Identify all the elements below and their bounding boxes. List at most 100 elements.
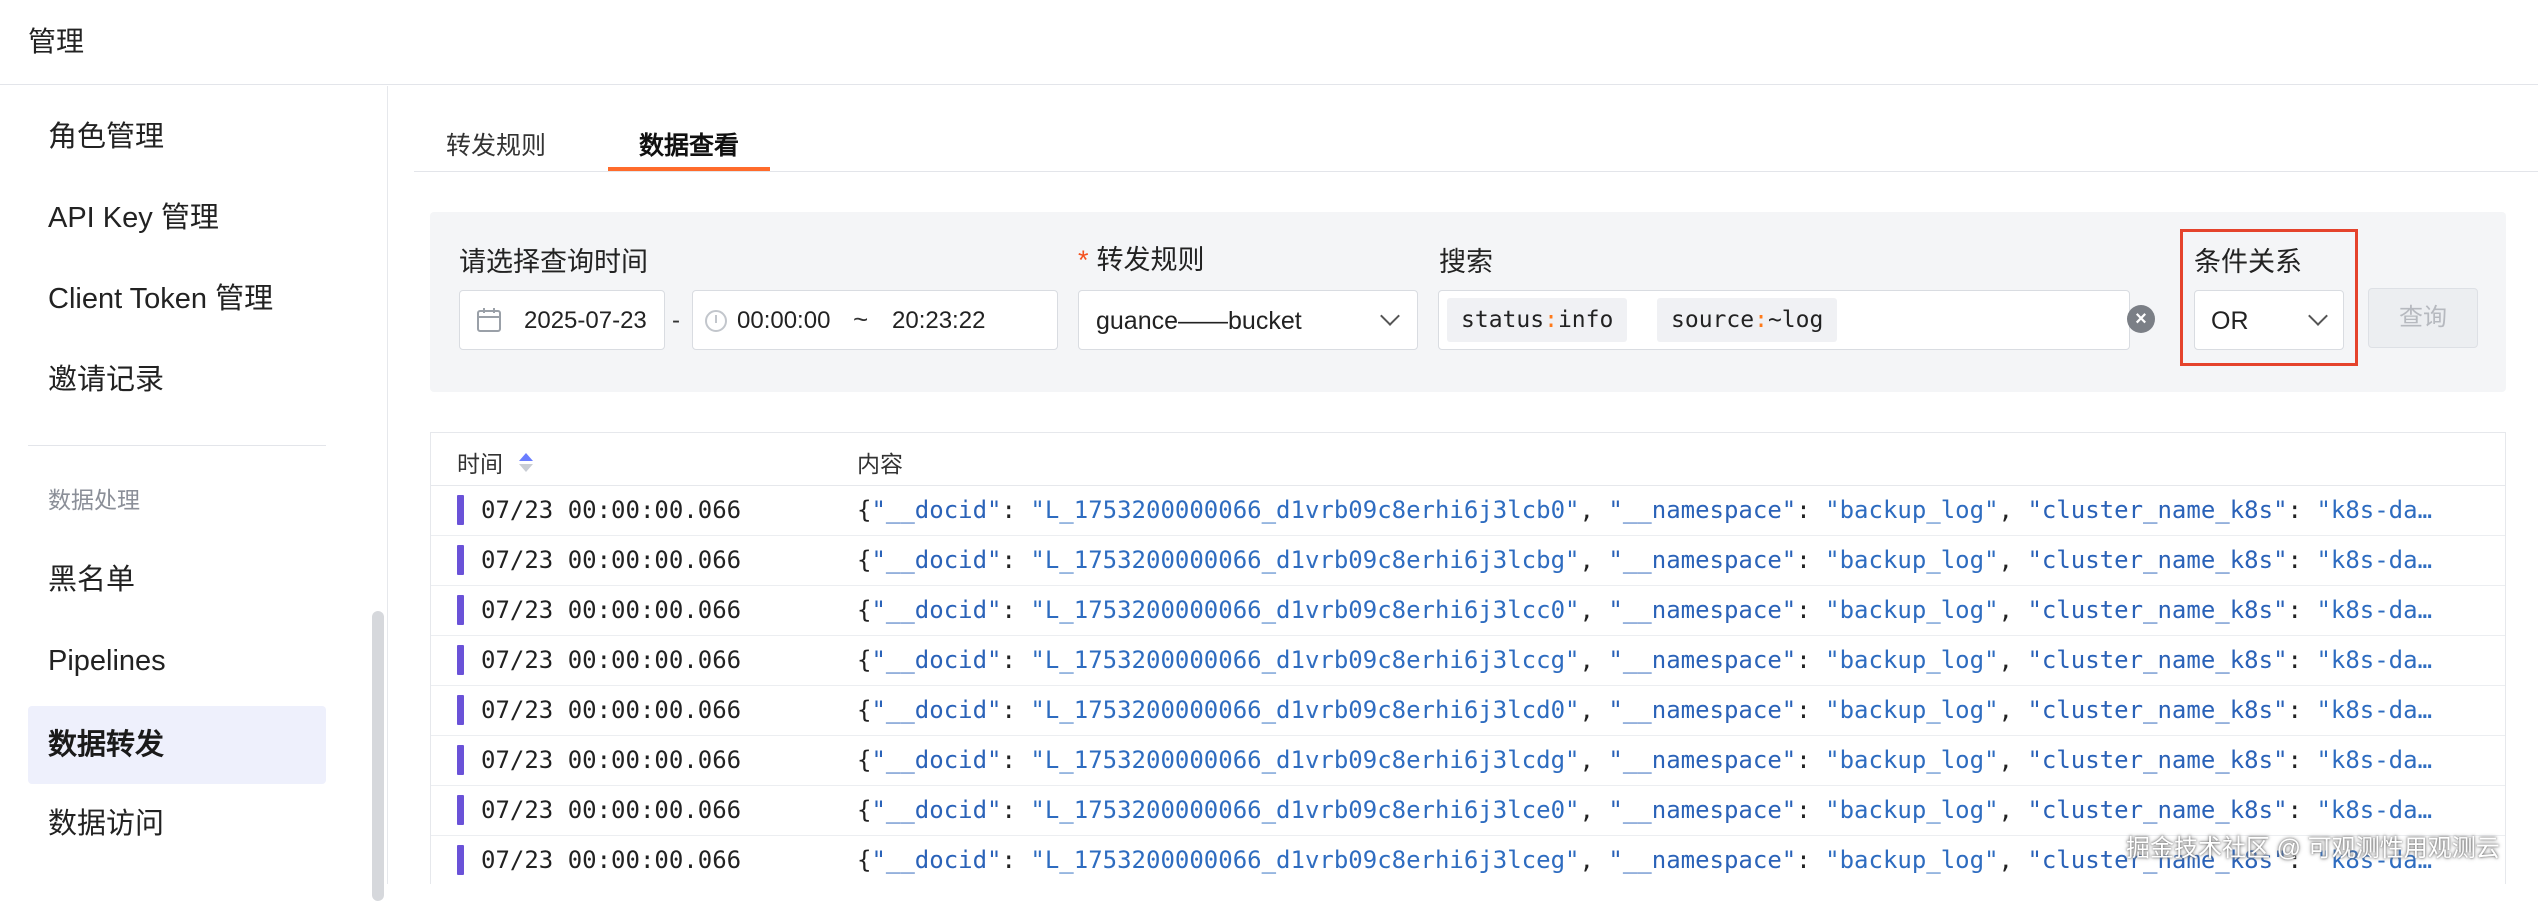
table-row[interactable]: 07/23 00:00:00.066 {"__docid": "L_1753200… (431, 735, 2505, 786)
sidebar-scrollbar[interactable] (372, 611, 384, 901)
row-content: {"__docid": "L_1753200000066_d1vrb09c8er… (857, 596, 2433, 624)
json-token: { (857, 596, 872, 624)
required-marker: * (1078, 245, 1089, 275)
json-value: "backup_log" (1825, 546, 1999, 574)
date-value: 2025-07-23 (524, 307, 647, 334)
search-chip[interactable]: source:~log (1657, 298, 1838, 342)
status-bar (457, 745, 464, 775)
table-row[interactable]: 07/23 00:00:00.066 {"__docid": "L_1753200… (431, 585, 2505, 636)
json-key: "__namespace" (1608, 596, 1797, 624)
sidebar-item-data-access[interactable]: 数据访问 (28, 785, 326, 863)
json-value: "L_1753200000066_d1vrb09c8erhi6j3lcbg" (1030, 546, 1580, 574)
json-token: { (857, 546, 872, 574)
clock-icon (705, 310, 727, 332)
json-value: "backup_log" (1825, 596, 1999, 624)
json-value: "k8s-da… (2316, 746, 2433, 774)
json-value: "k8s-da… (2316, 796, 2433, 824)
json-key: "cluster_name_k8s" (2027, 696, 2288, 724)
json-value: "k8s-da… (2316, 496, 2433, 524)
json-value: "k8s-da… (2316, 646, 2433, 674)
chip-operator: : (1754, 307, 1768, 333)
json-value: "L_1753200000066_d1vrb09c8erhi6j3lcb0" (1030, 496, 1580, 524)
row-content: {"__docid": "L_1753200000066_d1vrb09c8er… (857, 796, 2433, 824)
table-row[interactable]: 07/23 00:00:00.066 {"__docid": "L_1753200… (431, 485, 2505, 536)
row-time: 07/23 00:00:00.066 (481, 846, 742, 874)
json-key: "cluster_name_k8s" (2027, 746, 2288, 774)
sidebar-item-api-key[interactable]: API Key 管理 (28, 179, 326, 257)
json-token: { (857, 746, 872, 774)
json-key: "__namespace" (1608, 496, 1797, 524)
chip-value: info (1557, 307, 1614, 333)
json-key: "__namespace" (1608, 646, 1797, 674)
search-input[interactable]: status:info source:~log × (1438, 290, 2155, 350)
table-row[interactable]: 07/23 00:00:00.066 {"__docid": "L_1753200… (431, 685, 2505, 736)
json-value: "backup_log" (1825, 646, 1999, 674)
clear-icon[interactable]: × (2127, 305, 2155, 333)
json-key: "__docid" (871, 546, 1002, 574)
row-content: {"__docid": "L_1753200000066_d1vrb09c8er… (857, 746, 2433, 774)
row-time: 07/23 00:00:00.066 (481, 496, 742, 524)
sidebar-divider (28, 445, 326, 446)
column-header-content: 内容 (857, 451, 903, 477)
json-value: "k8s-da… (2316, 546, 2433, 574)
column-header-time[interactable]: 时间 (457, 445, 503, 479)
row-content: {"__docid": "L_1753200000066_d1vrb09c8er… (857, 496, 2433, 524)
forwarding-rule-select[interactable]: guance——bucket (1078, 290, 1418, 350)
watermark: 掘金技术社区 @ 可观测性用观测云 (2126, 835, 2500, 862)
json-key: "__docid" (871, 646, 1002, 674)
json-key: "__docid" (871, 846, 1002, 874)
sidebar: 角色管理 API Key 管理 Client Token 管理 邀请记录 数据处… (0, 86, 388, 901)
calendar-icon (477, 308, 501, 332)
json-value: "L_1753200000066_d1vrb09c8erhi6j3lcd0" (1030, 696, 1580, 724)
top-header: 管理 (0, 0, 2538, 85)
json-token: { (857, 646, 872, 674)
tab-data-view[interactable]: 数据查看 (639, 126, 739, 162)
sidebar-item-pipelines[interactable]: Pipelines (28, 622, 326, 700)
json-key: "__namespace" (1608, 746, 1797, 774)
query-button[interactable]: 查询 (2368, 288, 2478, 348)
tab-forwarding-rules[interactable]: 转发规则 (446, 126, 546, 162)
time-range-separator: ~ (853, 304, 869, 334)
json-key: "cluster_name_k8s" (2027, 546, 2288, 574)
row-time: 07/23 00:00:00.066 (481, 646, 742, 674)
json-key: "__docid" (871, 746, 1002, 774)
json-token: { (857, 796, 872, 824)
json-token: { (857, 846, 872, 874)
sidebar-item-data-forwarding[interactable]: 数据转发 (28, 706, 326, 784)
json-token: { (857, 496, 872, 524)
sidebar-item-role-management[interactable]: 角色管理 (28, 98, 326, 176)
sidebar-item-client-token[interactable]: Client Token 管理 (28, 260, 326, 338)
row-content: {"__docid": "L_1753200000066_d1vrb09c8er… (857, 696, 2433, 724)
start-time: 00:00:00 (737, 307, 831, 334)
json-value: "L_1753200000066_d1vrb09c8erhi6j3lceg" (1030, 846, 1580, 874)
json-key: "cluster_name_k8s" (2027, 596, 2288, 624)
table-header: 时间 内容 (431, 433, 2505, 486)
status-bar (457, 595, 464, 625)
sidebar-item-blacklist[interactable]: 黑名单 (28, 541, 326, 619)
json-key: "__docid" (871, 796, 1002, 824)
condition-select[interactable]: OR (2194, 290, 2344, 350)
chip-value: ~log (1767, 307, 1824, 333)
sidebar-item-invitation-records[interactable]: 邀请记录 (28, 341, 326, 419)
json-value: "backup_log" (1825, 846, 1999, 874)
date-picker[interactable]: 2025-07-23 (459, 290, 665, 350)
json-key: "__docid" (871, 496, 1002, 524)
row-content: {"__docid": "L_1753200000066_d1vrb09c8er… (857, 546, 2433, 574)
chevron-down-icon (2308, 306, 2328, 326)
sort-icon[interactable] (519, 453, 533, 472)
search-chip[interactable]: status:info (1447, 298, 1628, 342)
status-bar (457, 545, 464, 575)
status-bar (457, 645, 464, 675)
table-row[interactable]: 07/23 00:00:00.066 {"__docid": "L_1753200… (431, 635, 2505, 686)
condition-label: 条件关系 (2194, 247, 2302, 277)
search-label: 搜索 (1439, 247, 1493, 277)
row-time: 07/23 00:00:00.066 (481, 796, 742, 824)
time-range-picker[interactable]: 00:00:00 ~ 20:23:22 (692, 290, 1058, 350)
tab-bar: 转发规则 数据查看 (414, 86, 2538, 172)
row-time: 07/23 00:00:00.066 (481, 746, 742, 774)
json-value: "backup_log" (1825, 746, 1999, 774)
rule-label-text: 转发规则 (1096, 245, 1205, 275)
chevron-down-icon (1380, 306, 1400, 326)
json-key: "__docid" (871, 596, 1002, 624)
table-row[interactable]: 07/23 00:00:00.066 {"__docid": "L_1753200… (431, 535, 2505, 586)
